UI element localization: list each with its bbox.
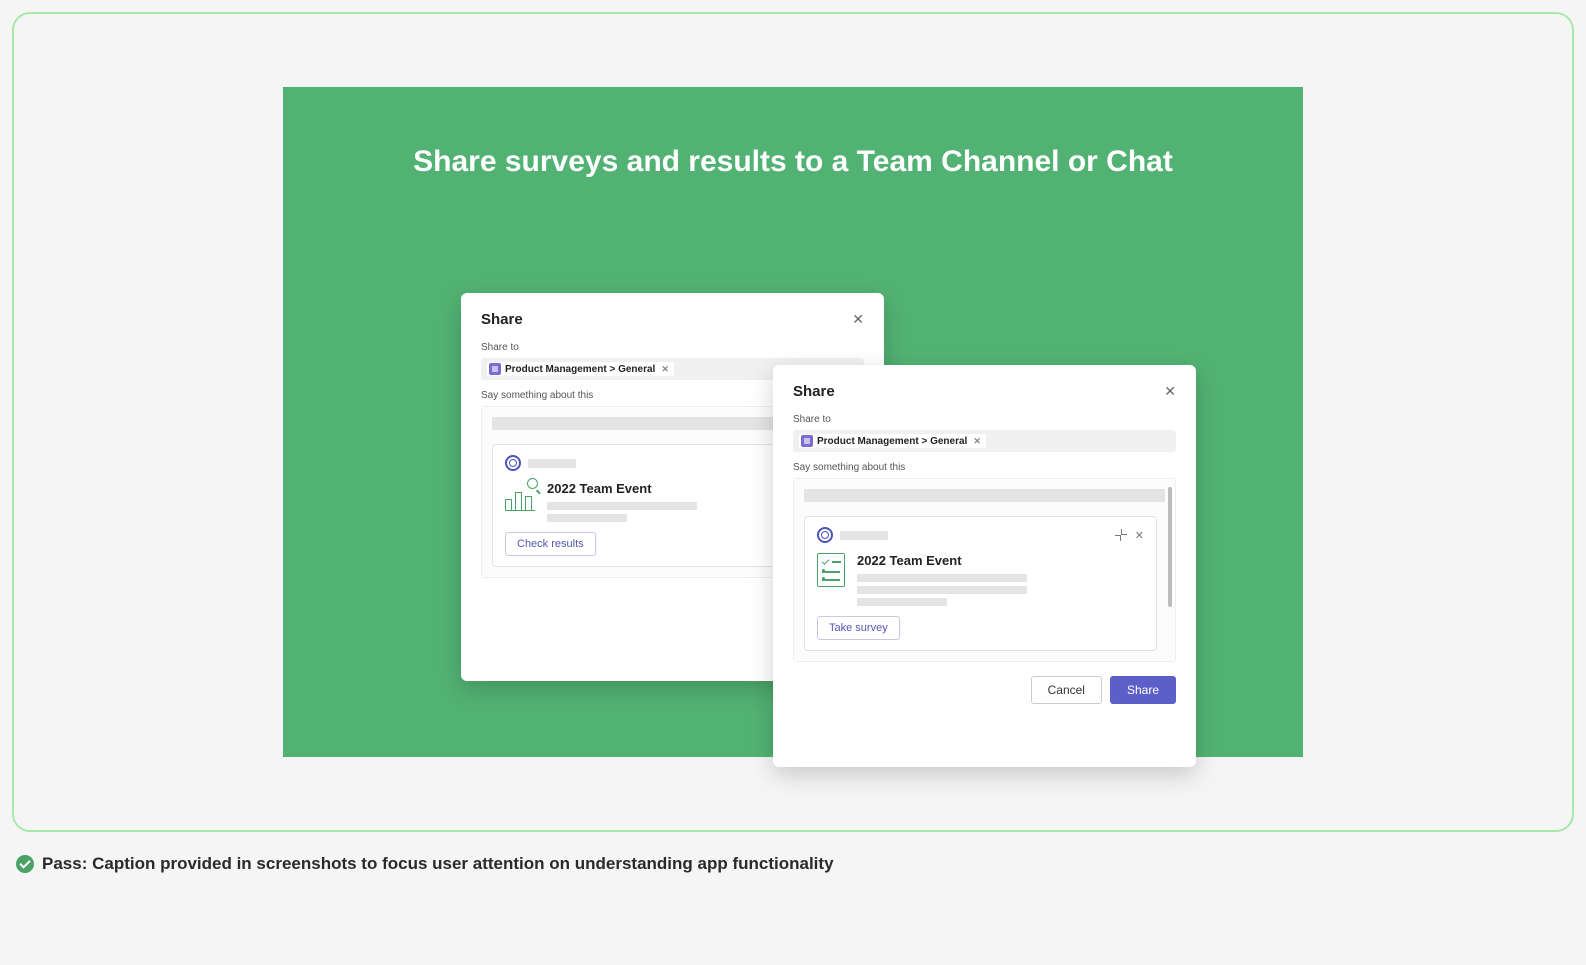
share-button[interactable]: Share — [1110, 676, 1176, 704]
dialog-header: Share ✕ — [481, 311, 864, 328]
compose-area[interactable]: ✕ 2022 Team Event — [793, 478, 1176, 662]
cancel-button[interactable]: Cancel — [1031, 676, 1102, 704]
chip-text: Product Management > General — [505, 364, 655, 375]
pass-check-icon — [16, 855, 34, 873]
survey-form-icon — [817, 553, 845, 587]
validation-frame: Share surveys and results to a Team Chan… — [12, 12, 1574, 832]
team-avatar-icon — [489, 363, 501, 375]
close-icon[interactable]: ✕ — [1164, 383, 1176, 400]
close-icon[interactable]: ✕ — [852, 311, 864, 328]
compose-placeholder — [804, 489, 1165, 502]
chip-remove-icon[interactable]: ✕ — [661, 364, 669, 375]
share-to-label: Share to — [481, 342, 864, 353]
chart-results-icon — [505, 481, 535, 511]
card-title: 2022 Team Event — [857, 553, 1144, 568]
hero-panel: Share surveys and results to a Team Chan… — [283, 87, 1303, 757]
placeholder — [840, 531, 888, 540]
hero-title: Share surveys and results to a Team Chan… — [283, 145, 1303, 179]
check-results-button[interactable]: Check results — [505, 532, 596, 556]
collapse-icon[interactable] — [1115, 529, 1127, 541]
share-dialog-survey: Share ✕ Share to Product Management > Ge… — [773, 365, 1196, 767]
take-survey-button[interactable]: Take survey — [817, 616, 900, 640]
placeholder — [547, 514, 627, 522]
placeholder — [857, 586, 1027, 594]
validation-caption: Pass: Caption provided in screenshots to… — [16, 854, 1574, 874]
dialog-header: Share ✕ — [793, 383, 1176, 400]
message-label: Say something about this — [793, 462, 1176, 473]
placeholder — [857, 598, 947, 606]
attachment-card: ✕ 2022 Team Event — [804, 516, 1157, 651]
card-close-icon[interactable]: ✕ — [1135, 529, 1144, 542]
dialog-footer: Cancel Share — [793, 676, 1176, 704]
caption-text: Pass: Caption provided in screenshots to… — [42, 854, 834, 874]
app-logo-icon — [817, 527, 833, 543]
chip-remove-icon[interactable]: ✕ — [973, 436, 981, 447]
dialog-title: Share — [481, 311, 523, 328]
card-header: ✕ — [817, 527, 1144, 543]
placeholder — [857, 574, 1027, 582]
placeholder — [528, 459, 576, 468]
placeholder — [547, 502, 697, 510]
share-to-label: Share to — [793, 414, 1176, 425]
channel-chip[interactable]: Product Management > General ✕ — [487, 362, 674, 376]
chip-text: Product Management > General — [817, 436, 967, 447]
dialog-title: Share — [793, 383, 835, 400]
app-logo-icon — [505, 455, 521, 471]
scrollbar[interactable] — [1168, 487, 1172, 607]
share-to-input[interactable]: Product Management > General ✕ — [793, 430, 1176, 452]
team-avatar-icon — [801, 435, 813, 447]
channel-chip[interactable]: Product Management > General ✕ — [799, 434, 986, 448]
